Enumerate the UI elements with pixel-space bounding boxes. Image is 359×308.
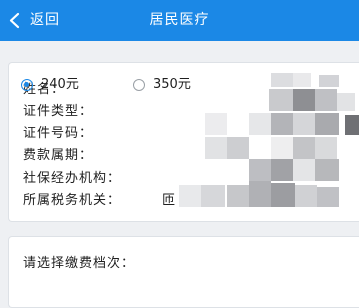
payment-level-card: 请选择缴费档次： xyxy=(8,236,359,308)
option-label-240: 240元 xyxy=(41,77,79,92)
page-title: 居民医疗 xyxy=(149,12,210,28)
option-240[interactable]: 240元 xyxy=(21,76,79,94)
label-social-security-agency: 社保经办机构： xyxy=(23,171,122,186)
payment-level-prompt: 请选择缴费档次： xyxy=(23,256,136,271)
radio-unselected-icon[interactable] xyxy=(133,79,145,91)
label-billing-period: 费款属期： xyxy=(23,148,94,163)
radio-selected-icon[interactable] xyxy=(21,79,33,91)
redacted-values-mosaic xyxy=(169,63,359,221)
label-tax-office: 所属税务机关： xyxy=(23,193,122,208)
option-label-350: 350元 xyxy=(153,77,191,92)
label-id-number: 证件号码： xyxy=(23,126,94,141)
app-header: 返回 居民医疗 xyxy=(0,0,359,41)
option-350[interactable]: 350元 xyxy=(133,76,191,94)
label-id-type: 证件类型： xyxy=(23,104,94,119)
